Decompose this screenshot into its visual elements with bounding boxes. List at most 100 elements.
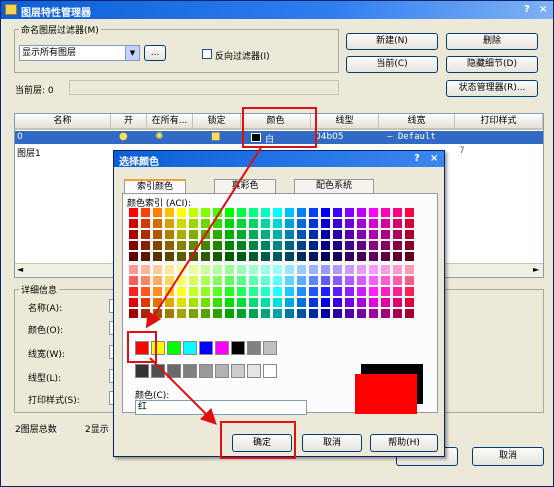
aci-swatch[interactable] bbox=[309, 241, 318, 250]
aci-swatch[interactable] bbox=[165, 298, 174, 307]
aci-swatch[interactable] bbox=[405, 252, 414, 261]
aci-swatch[interactable] bbox=[225, 219, 234, 228]
aci-swatch[interactable] bbox=[141, 219, 150, 228]
aci-swatch[interactable] bbox=[285, 265, 294, 274]
aci-swatch[interactable] bbox=[381, 309, 390, 318]
sun-icon[interactable]: ✺ bbox=[155, 131, 163, 142]
aci-swatch[interactable] bbox=[273, 230, 282, 239]
aci-swatch[interactable] bbox=[141, 298, 150, 307]
aci-swatch[interactable] bbox=[225, 309, 234, 318]
aci-swatch[interactable] bbox=[237, 252, 246, 261]
aci-swatch[interactable] bbox=[201, 298, 210, 307]
aci-swatch[interactable] bbox=[357, 219, 366, 228]
aci-swatch[interactable] bbox=[141, 252, 150, 261]
color-swatch[interactable] bbox=[183, 364, 197, 378]
aci-swatch[interactable] bbox=[357, 265, 366, 274]
column-name[interactable]: 名称 bbox=[15, 114, 111, 130]
aci-swatch[interactable] bbox=[405, 265, 414, 274]
aci-swatch[interactable] bbox=[141, 230, 150, 239]
aci-swatch[interactable] bbox=[165, 241, 174, 250]
aci-swatch[interactable] bbox=[225, 252, 234, 261]
aci-swatch[interactable] bbox=[381, 241, 390, 250]
color-swatch[interactable] bbox=[135, 364, 149, 378]
aci-swatch[interactable] bbox=[129, 219, 138, 228]
aci-swatch[interactable] bbox=[249, 241, 258, 250]
aci-swatch[interactable] bbox=[309, 309, 318, 318]
aci-swatch[interactable] bbox=[345, 208, 354, 217]
aci-swatch[interactable] bbox=[285, 208, 294, 217]
aci-swatch[interactable] bbox=[321, 241, 330, 250]
aci-swatch[interactable] bbox=[249, 265, 258, 274]
aci-swatch[interactable] bbox=[141, 265, 150, 274]
aci-swatch[interactable] bbox=[165, 252, 174, 261]
aci-swatch[interactable] bbox=[141, 309, 150, 318]
aci-swatch[interactable] bbox=[369, 219, 378, 228]
aci-swatch[interactable] bbox=[165, 219, 174, 228]
aci-swatch[interactable] bbox=[405, 219, 414, 228]
aci-swatch[interactable] bbox=[309, 208, 318, 217]
aci-swatch[interactable] bbox=[369, 287, 378, 296]
aci-swatch[interactable] bbox=[381, 298, 390, 307]
aci-swatch[interactable] bbox=[345, 252, 354, 261]
aci-swatch[interactable] bbox=[405, 298, 414, 307]
color-name-input[interactable]: 红 bbox=[135, 400, 307, 415]
aci-swatch[interactable] bbox=[225, 265, 234, 274]
aci-swatch[interactable] bbox=[393, 252, 402, 261]
unlock-icon[interactable]: ■ bbox=[211, 131, 220, 142]
aci-swatch[interactable] bbox=[333, 219, 342, 228]
aci-swatch[interactable] bbox=[381, 208, 390, 217]
aci-swatch[interactable] bbox=[165, 276, 174, 285]
aci-swatch[interactable] bbox=[357, 208, 366, 217]
color-swatch[interactable] bbox=[183, 341, 197, 355]
color-swatch[interactable] bbox=[231, 364, 245, 378]
aci-swatch[interactable] bbox=[309, 298, 318, 307]
aci-swatch[interactable] bbox=[237, 287, 246, 296]
aci-swatch[interactable] bbox=[177, 208, 186, 217]
tab-color-books[interactable]: 配色系统 bbox=[294, 179, 374, 193]
aci-swatch[interactable] bbox=[177, 230, 186, 239]
color-swatch[interactable] bbox=[151, 364, 165, 378]
aci-swatch[interactable] bbox=[273, 208, 282, 217]
state-manager-button[interactable]: 状态管理器(R)... bbox=[446, 80, 538, 97]
aci-swatch[interactable] bbox=[381, 276, 390, 285]
aci-swatch[interactable] bbox=[129, 230, 138, 239]
scroll-right-icon[interactable]: ► bbox=[533, 265, 539, 274]
aci-swatch[interactable] bbox=[357, 230, 366, 239]
aci-swatch[interactable] bbox=[261, 287, 270, 296]
aci-swatch[interactable] bbox=[177, 276, 186, 285]
aci-swatch[interactable] bbox=[381, 287, 390, 296]
aci-swatch[interactable] bbox=[405, 276, 414, 285]
aci-swatch[interactable] bbox=[285, 287, 294, 296]
aci-swatch[interactable] bbox=[309, 276, 318, 285]
aci-swatch[interactable] bbox=[297, 309, 306, 318]
aci-swatch[interactable] bbox=[297, 287, 306, 296]
help-dialog-button[interactable]: 帮助(H) bbox=[370, 434, 438, 452]
aci-swatch[interactable] bbox=[381, 252, 390, 261]
aci-swatch[interactable] bbox=[141, 208, 150, 217]
aci-swatch[interactable] bbox=[321, 309, 330, 318]
aci-swatch[interactable] bbox=[333, 230, 342, 239]
aci-swatch[interactable] bbox=[333, 208, 342, 217]
aci-swatch[interactable] bbox=[393, 276, 402, 285]
aci-swatch[interactable] bbox=[321, 276, 330, 285]
dialog-close-button[interactable]: × bbox=[430, 153, 438, 164]
aci-swatch[interactable] bbox=[369, 309, 378, 318]
delete-layer-button[interactable]: 删除 bbox=[446, 33, 538, 50]
aci-swatch[interactable] bbox=[309, 287, 318, 296]
aci-swatch[interactable] bbox=[369, 252, 378, 261]
color-swatch[interactable] bbox=[247, 341, 261, 355]
aci-swatch[interactable] bbox=[189, 298, 198, 307]
color-swatch[interactable] bbox=[231, 341, 245, 355]
aci-swatch[interactable] bbox=[129, 208, 138, 217]
aci-swatch[interactable] bbox=[249, 287, 258, 296]
aci-swatch[interactable] bbox=[345, 276, 354, 285]
main-cancel-button[interactable]: 取消 bbox=[472, 447, 544, 466]
aci-swatch[interactable] bbox=[297, 276, 306, 285]
aci-swatch[interactable] bbox=[225, 208, 234, 217]
aci-swatch[interactable] bbox=[357, 276, 366, 285]
aci-swatch[interactable] bbox=[285, 298, 294, 307]
column-lock[interactable]: 锁定 bbox=[193, 114, 241, 130]
aci-swatch[interactable] bbox=[129, 287, 138, 296]
aci-swatch[interactable] bbox=[369, 230, 378, 239]
aci-swatch[interactable] bbox=[273, 241, 282, 250]
